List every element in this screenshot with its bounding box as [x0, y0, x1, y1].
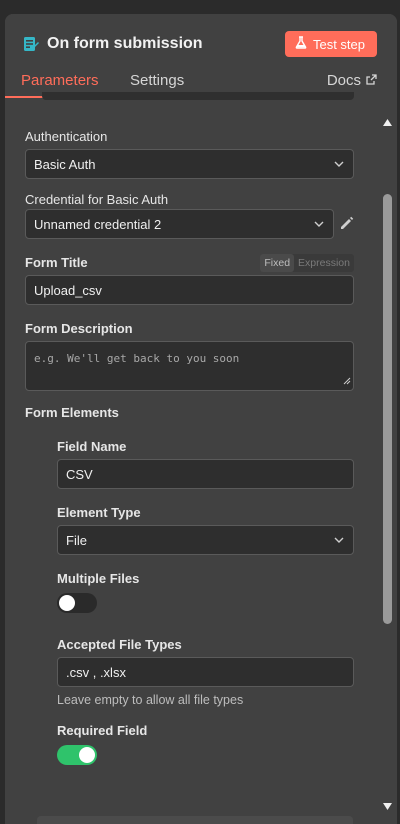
- scroll-up-arrow-icon[interactable]: [382, 114, 393, 132]
- mode-fixed[interactable]: Fixed: [260, 254, 295, 272]
- required-field-label: Required Field: [57, 723, 148, 738]
- scrolled-field-edge: [42, 92, 354, 100]
- credential-select[interactable]: Unnamed credential 2: [25, 209, 334, 239]
- tab-settings[interactable]: Settings: [130, 72, 184, 89]
- form-description-placeholder: e.g. We'll get back to you soon: [34, 352, 240, 365]
- docs-label: Docs: [326, 72, 361, 89]
- chevron-down-icon: [313, 218, 325, 233]
- authentication-label: Authentication: [25, 129, 108, 144]
- field-name-label: Field Name: [57, 439, 127, 454]
- node-parameters-panel: On form submission Test step Parameters …: [5, 14, 397, 824]
- test-step-button[interactable]: Test step: [284, 31, 377, 57]
- test-step-label: Test step: [312, 36, 365, 52]
- toggle-knob: [79, 747, 95, 763]
- fixed-expression-toggle[interactable]: Fixed Expression: [260, 254, 354, 272]
- multiple-files-label: Multiple Files: [57, 571, 140, 586]
- multiple-files-toggle[interactable]: [57, 593, 97, 613]
- toggle-knob: [59, 595, 75, 611]
- field-name-value: CSV: [66, 466, 93, 482]
- form-title-input[interactable]: Upload_csv: [25, 275, 354, 305]
- parameters-content: Authentication Basic Auth Credential for…: [5, 92, 375, 824]
- element-type-value: File: [66, 532, 87, 548]
- element-type-select[interactable]: File: [57, 525, 354, 555]
- tab-parameters[interactable]: Parameters: [21, 72, 99, 89]
- form-title-label: Form Title: [25, 255, 88, 270]
- edit-credential-pencil-icon[interactable]: [339, 216, 354, 236]
- panel-header: On form submission Test step Parameters …: [5, 14, 397, 98]
- form-description-label: Form Description: [25, 321, 133, 336]
- docs-link[interactable]: Docs: [327, 72, 377, 89]
- accepted-file-types-input[interactable]: .csv , .xlsx: [57, 657, 354, 687]
- scroll-thumb[interactable]: [383, 194, 392, 624]
- form-title-value: Upload_csv: [34, 282, 102, 298]
- chevron-down-icon: [333, 534, 345, 549]
- scroll-down-arrow-icon[interactable]: [382, 798, 393, 816]
- vertical-scrollbar[interactable]: [378, 96, 397, 824]
- form-description-textarea[interactable]: e.g. We'll get back to you soon: [25, 341, 354, 391]
- authentication-select[interactable]: Basic Auth: [25, 149, 354, 179]
- authentication-value: Basic Auth: [34, 156, 96, 172]
- node-title[interactable]: On form submission: [47, 35, 203, 53]
- accepted-file-types-hint: Leave empty to allow all file types: [57, 693, 244, 707]
- flask-icon: [295, 36, 307, 52]
- credential-label: Credential for Basic Auth: [25, 192, 169, 207]
- title-row: On form submission: [21, 30, 203, 58]
- element-type-label: Element Type: [57, 505, 141, 520]
- external-link-icon: [366, 72, 377, 89]
- next-field-edge: [37, 816, 353, 824]
- form-elements-label: Form Elements: [25, 405, 119, 420]
- required-field-toggle[interactable]: [57, 745, 97, 765]
- credential-value: Unnamed credential 2: [34, 216, 162, 232]
- mode-expression[interactable]: Expression: [294, 254, 354, 272]
- field-name-input[interactable]: CSV: [57, 459, 354, 489]
- chevron-down-icon: [333, 158, 345, 173]
- form-node-icon: [21, 34, 41, 54]
- accepted-file-types-label: Accepted File Types: [57, 637, 182, 652]
- accepted-file-types-value: .csv , .xlsx: [66, 664, 126, 680]
- resize-handle-icon[interactable]: [343, 375, 351, 388]
